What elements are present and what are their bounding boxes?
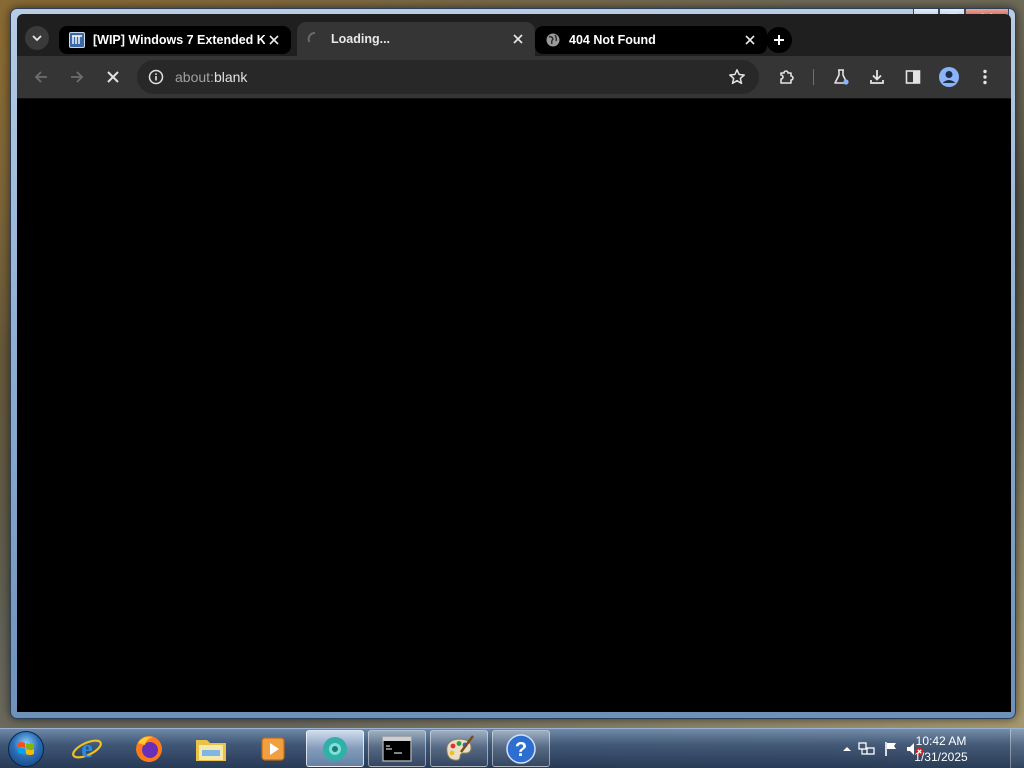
back-button[interactable] xyxy=(27,63,55,91)
internet-explorer-icon: e xyxy=(72,734,102,763)
kebab-menu-icon xyxy=(983,69,987,85)
plus-icon xyxy=(774,35,784,45)
star-icon xyxy=(729,69,745,85)
taskbar-command-prompt[interactable] xyxy=(368,730,426,767)
taskbar-firefox[interactable] xyxy=(120,730,178,767)
profile-icon xyxy=(939,67,959,87)
clock-time: 10:42 AM xyxy=(915,734,967,748)
bookmark-star-button[interactable] xyxy=(725,65,749,89)
tab-search-button[interactable] xyxy=(25,26,49,50)
forward-button[interactable] xyxy=(63,63,91,91)
address-bar[interactable]: about:blank xyxy=(137,60,759,94)
taskbar-media-player[interactable] xyxy=(244,730,302,767)
firefox-icon xyxy=(136,735,162,762)
url-text[interactable]: about:blank xyxy=(175,69,725,85)
side-panel-button[interactable] xyxy=(899,63,927,91)
browser-app-icon xyxy=(323,736,347,761)
system-tray: 10:42 AM 1/31/2025 xyxy=(834,729,1024,768)
clock-date: 1/31/2025 xyxy=(914,750,968,764)
tab-close-button[interactable] xyxy=(741,31,759,49)
browser-window: [WIP] Windows 7 Extended Ke Loading... 4… xyxy=(10,8,1016,719)
taskbar-chrome[interactable] xyxy=(306,730,364,767)
profile-button[interactable] xyxy=(935,63,963,91)
back-arrow-icon xyxy=(34,71,47,83)
windows-logo-icon xyxy=(8,731,44,767)
wiki-favicon-icon xyxy=(69,32,85,48)
chevron-up-icon xyxy=(843,747,851,751)
command-prompt-icon xyxy=(382,735,412,762)
clock[interactable]: 10:42 AM 1/31/2025 xyxy=(906,733,976,765)
action-center-flag-icon[interactable] xyxy=(882,740,900,758)
stop-loading-button[interactable] xyxy=(99,63,127,91)
tab-wip-windows-7[interactable]: [WIP] Windows 7 Extended Ke xyxy=(59,26,291,54)
taskbar-internet-explorer[interactable]: e xyxy=(58,730,116,767)
media-player-icon xyxy=(261,736,285,761)
svg-text:e: e xyxy=(81,734,93,763)
tab-loading[interactable]: Loading... xyxy=(297,22,535,56)
flask-icon xyxy=(834,69,849,85)
tab-close-button[interactable] xyxy=(509,30,527,48)
extensions-button[interactable] xyxy=(773,63,801,91)
globe-icon xyxy=(545,32,561,48)
downloads-button[interactable] xyxy=(863,63,891,91)
close-icon xyxy=(269,35,279,45)
page-content-area[interactable] xyxy=(17,98,1011,712)
new-tab-button[interactable] xyxy=(766,27,792,53)
show-hidden-icons-button[interactable] xyxy=(838,740,856,758)
close-icon xyxy=(745,35,755,45)
paint-palette-icon xyxy=(446,734,474,761)
folder-icon xyxy=(196,739,226,761)
tab-strip: [WIP] Windows 7 Extended Ke Loading... 4… xyxy=(17,14,1011,56)
toolbar-separator xyxy=(813,69,814,85)
stop-loading-icon xyxy=(107,71,119,83)
show-desktop-button[interactable] xyxy=(1010,729,1024,768)
puzzle-piece-icon xyxy=(780,70,794,84)
network-icon[interactable] xyxy=(858,740,876,758)
side-panel-icon xyxy=(905,70,921,84)
site-info-icon[interactable] xyxy=(147,68,165,86)
tab-404-not-found[interactable]: 404 Not Found xyxy=(535,26,767,54)
taskbar-paint[interactable] xyxy=(430,730,488,767)
url-scheme: about: xyxy=(175,69,214,85)
loading-spinner-icon xyxy=(307,31,323,47)
tab-title: [WIP] Windows 7 Extended Ke xyxy=(93,33,265,47)
tab-title: Loading... xyxy=(331,32,391,46)
taskbar-help-and-support[interactable]: ? xyxy=(492,730,550,767)
browser-toolbar: about:blank xyxy=(17,56,1011,98)
chevron-down-icon xyxy=(32,35,42,42)
taskbar-windows-explorer[interactable] xyxy=(182,730,240,767)
start-button[interactable] xyxy=(6,730,46,768)
tab-close-button[interactable] xyxy=(265,31,283,49)
labs-button[interactable] xyxy=(827,63,855,91)
svg-text:?: ? xyxy=(515,739,527,761)
help-icon: ? xyxy=(506,733,536,764)
tab-title: 404 Not Found xyxy=(569,33,656,47)
forward-arrow-icon xyxy=(71,71,84,83)
menu-button[interactable] xyxy=(971,63,999,91)
close-icon xyxy=(513,34,523,44)
download-icon xyxy=(870,70,884,84)
url-path: blank xyxy=(213,69,248,85)
taskbar: e ? 10:42 AM 1/31/2025 xyxy=(0,728,1024,768)
